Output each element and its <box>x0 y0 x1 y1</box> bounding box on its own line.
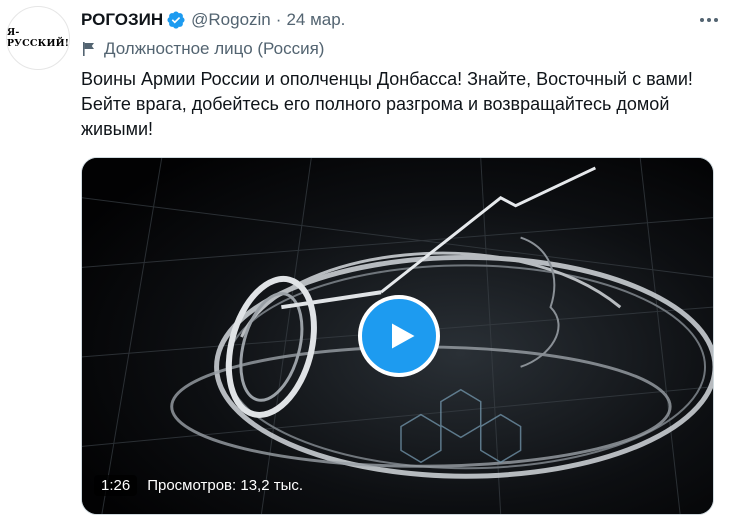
more-dot <box>707 18 711 22</box>
tweet-header: РОГОЗИН @Rogozin · 24 мар. <box>81 10 345 30</box>
media-stats: 1:26 Просмотров: 13,2 тыс. <box>94 474 303 496</box>
user-handle[interactable]: @Rogozin <box>191 10 271 30</box>
tweet-text: Воины Армии России и ополченцы Донбасса!… <box>81 69 693 139</box>
display-name[interactable]: РОГОЗИН <box>81 10 163 30</box>
more-options-icon[interactable] <box>697 10 721 30</box>
video-player[interactable]: 1:26 Просмотров: 13,2 тыс. <box>81 157 714 515</box>
video-duration: 1:26 <box>94 474 138 496</box>
play-button[interactable] <box>358 295 440 377</box>
verified-badge-icon <box>167 11 185 29</box>
affiliation-text: Должностное лицо (Россия) <box>104 39 325 58</box>
separator-dot: · <box>275 10 282 29</box>
avatar[interactable]: Я-РУССКИЙ! <box>6 6 70 70</box>
more-dot <box>700 18 704 22</box>
avatar-text: Я-РУССКИЙ! <box>6 27 70 49</box>
affiliation-label: Должностное лицо (Россия) <box>81 39 324 59</box>
play-icon <box>392 323 415 349</box>
view-count: Просмотров: 13,2 тыс. <box>147 476 304 494</box>
tweet-date[interactable]: 24 мар. <box>286 10 345 30</box>
flag-icon <box>83 42 94 56</box>
more-dot <box>714 18 718 22</box>
